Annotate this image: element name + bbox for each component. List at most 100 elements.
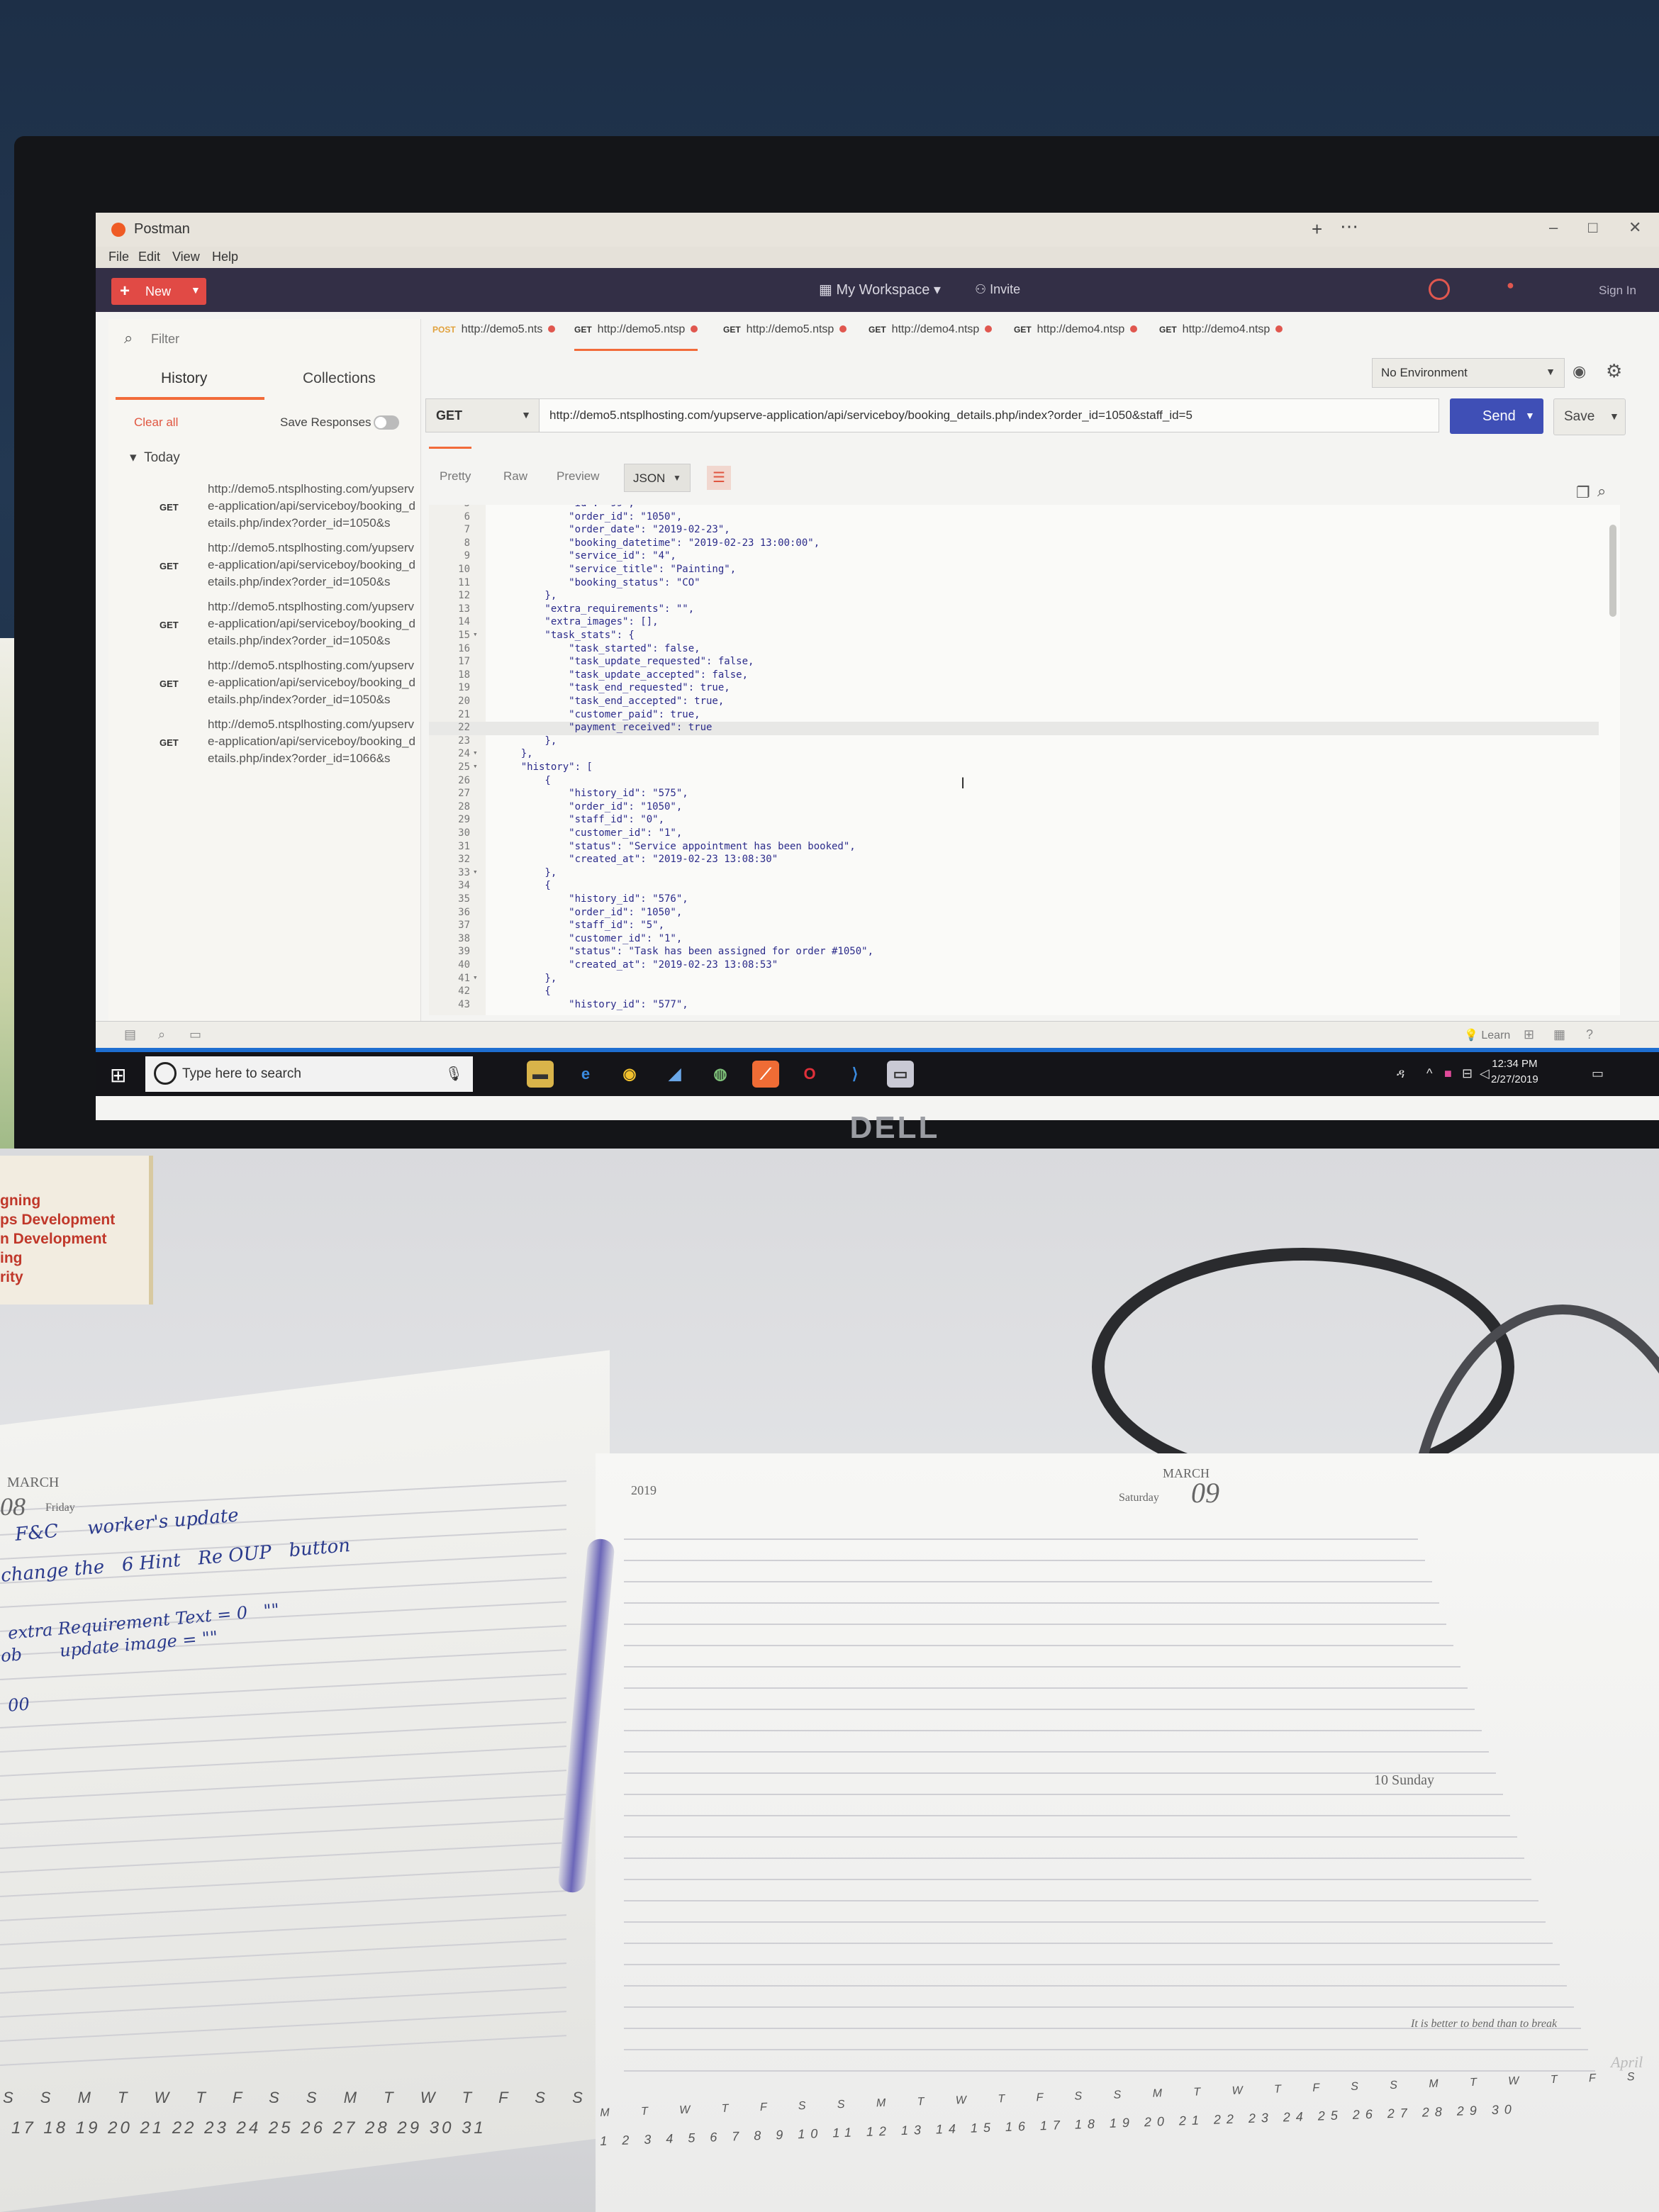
- gear-icon[interactable]: ⚙: [1606, 360, 1622, 382]
- store-icon[interactable]: ◢: [661, 1061, 688, 1088]
- android-studio-icon[interactable]: ◍: [707, 1061, 734, 1088]
- menu-view[interactable]: View: [172, 250, 200, 264]
- fold-arrow-icon[interactable]: ▾: [473, 748, 478, 757]
- scrollbar[interactable]: [1609, 525, 1616, 617]
- two-pane-icon[interactable]: ⊞: [1524, 1027, 1534, 1042]
- microphone-icon[interactable]: 🎙: [445, 1065, 463, 1083]
- request-tab[interactable]: GET http://demo4.ntsp: [1014, 323, 1138, 349]
- menu-file[interactable]: File: [108, 250, 129, 264]
- menu-help[interactable]: Help: [212, 250, 238, 264]
- request-tab-method: GET: [723, 325, 741, 335]
- workspace-selector[interactable]: ▦ My Workspace ▾: [819, 281, 941, 298]
- network-icon[interactable]: ⊟: [1462, 1066, 1473, 1081]
- fold-arrow-icon[interactable]: ▾: [473, 973, 478, 982]
- response-body[interactable]: 5 "id": "99",6 "order_id": "1050",7 "ord…: [429, 505, 1620, 1015]
- vscode-icon[interactable]: ⟩: [842, 1061, 868, 1088]
- chevron-down-icon[interactable]: ▼: [191, 284, 201, 296]
- console-icon[interactable]: ▭: [189, 1027, 201, 1042]
- wrap-lines-icon[interactable]: ☰: [707, 466, 731, 490]
- code-text: },: [497, 748, 533, 760]
- code-text: "id": "99",: [497, 505, 635, 509]
- fold-arrow-icon[interactable]: ▾: [473, 630, 478, 639]
- notification-icon[interactable]: ●: [1507, 278, 1514, 293]
- filter-input[interactable]: ⌕ Filter: [116, 326, 413, 352]
- search-icon[interactable]: ⌕: [1597, 482, 1606, 501]
- request-tab-method: GET: [574, 325, 592, 335]
- history-item-method: GET: [160, 561, 179, 571]
- tab-preview[interactable]: Preview: [557, 469, 599, 484]
- format-select[interactable]: JSON ▼: [624, 464, 691, 492]
- postman-taskbar-icon[interactable]: ⟋: [752, 1061, 779, 1088]
- code-text: "extra_requirements": "",: [497, 603, 695, 615]
- sync-icon[interactable]: [1429, 279, 1450, 300]
- url-input[interactable]: http://demo5.ntsplhosting.com/yupserve-a…: [539, 398, 1439, 432]
- code-line: 19 "task_end_requested": true,: [429, 682, 1599, 696]
- line-number: 15: [458, 630, 470, 641]
- method-select[interactable]: GET ▼: [425, 398, 540, 432]
- new-button[interactable]: + New ▼: [111, 278, 206, 305]
- save-button[interactable]: Save ▼: [1553, 398, 1626, 435]
- edge-icon[interactable]: e: [572, 1061, 599, 1088]
- maximize-icon[interactable]: □: [1588, 218, 1597, 237]
- help-icon[interactable]: ?: [1586, 1027, 1593, 1042]
- tray-chevron-icon[interactable]: ^: [1426, 1066, 1432, 1081]
- file-explorer-icon[interactable]: ▬: [527, 1061, 554, 1088]
- menu-edit[interactable]: Edit: [138, 250, 160, 264]
- tab-pretty[interactable]: Pretty: [440, 469, 471, 484]
- more-tabs-icon[interactable]: ⋯: [1340, 216, 1358, 238]
- clear-all-link[interactable]: Clear all: [134, 415, 178, 430]
- find-icon[interactable]: ⌕: [158, 1027, 165, 1042]
- request-tab[interactable]: POST http://demo5.nts: [432, 323, 556, 349]
- request-tab[interactable]: GET http://demo4.ntsp: [868, 323, 993, 349]
- taskbar-clock[interactable]: 12:34 PM 2/27/2019: [1491, 1056, 1538, 1088]
- history-item[interactable]: GET http://demo5.ntsplhosting.com/yupserv…: [130, 657, 420, 714]
- action-center-icon[interactable]: ▭: [1592, 1066, 1604, 1081]
- invite-button[interactable]: ⚇ Invite: [975, 282, 1020, 297]
- code-text: "task_end_accepted": true,: [497, 696, 725, 707]
- minimize-icon[interactable]: –: [1549, 218, 1558, 237]
- history-item[interactable]: GET http://demo5.ntsplhosting.com/yupserv…: [130, 598, 420, 655]
- save-responses-toggle[interactable]: [374, 415, 399, 430]
- history-item[interactable]: GET http://demo5.ntsplhosting.com/yupserv…: [130, 540, 420, 596]
- chevron-down-icon: ▼: [673, 473, 681, 483]
- chevron-down-icon[interactable]: ▼: [1609, 410, 1619, 422]
- bootcamp-icon[interactable]: ▦: [1553, 1027, 1565, 1042]
- ruled-line: [624, 1666, 1460, 1668]
- request-tab[interactable]: GET http://demo4.ntsp: [1159, 323, 1283, 349]
- chrome-icon[interactable]: ◉: [616, 1061, 643, 1088]
- history-group-today[interactable]: ▾ Today: [130, 449, 180, 466]
- windows-start-icon[interactable]: ⊞: [110, 1063, 126, 1087]
- fold-arrow-icon[interactable]: ▾: [473, 867, 478, 876]
- tab-raw[interactable]: Raw: [503, 469, 527, 484]
- history-item[interactable]: GET http://demo5.ntsplhosting.com/yupserv…: [130, 716, 420, 773]
- taskbar-search-input[interactable]: Type here to search 🎙: [145, 1056, 473, 1092]
- new-tab-icon[interactable]: +: [1312, 218, 1322, 240]
- sign-in-button[interactable]: Sign In: [1599, 284, 1636, 298]
- ruled-line: [624, 1772, 1496, 1774]
- app-icon[interactable]: ▭: [887, 1061, 914, 1088]
- fold-arrow-icon[interactable]: ▾: [473, 761, 478, 771]
- history-item[interactable]: GET http://demo5.ntsplhosting.com/yupserv…: [130, 481, 420, 537]
- environment-select[interactable]: No Environment ▼: [1372, 358, 1565, 388]
- ruled-line: [624, 1836, 1517, 1838]
- people-icon[interactable]: ዳ: [1397, 1066, 1404, 1081]
- tray-app-icon[interactable]: ■: [1444, 1066, 1452, 1081]
- line-number: 30: [458, 827, 470, 839]
- sidebar-toggle-icon[interactable]: ▤: [124, 1027, 136, 1042]
- opera-icon[interactable]: O: [796, 1061, 823, 1088]
- learn-link[interactable]: 💡 Learn: [1464, 1028, 1510, 1042]
- tab-history[interactable]: History: [161, 370, 207, 387]
- tab-collections[interactable]: Collections: [303, 370, 376, 387]
- request-tab[interactable]: GET http://demo5.ntsp: [574, 323, 698, 351]
- request-tab[interactable]: GET http://demo5.ntsp: [723, 323, 847, 349]
- send-button[interactable]: Send ▼: [1450, 398, 1543, 434]
- chevron-down-icon[interactable]: ▼: [1525, 410, 1535, 421]
- windows-taskbar: ⊞ Type here to search 🎙 ▬ e ◉ ◢ ◍ ⟋ O ⟩ …: [96, 1052, 1659, 1096]
- eye-icon[interactable]: ◉: [1573, 362, 1586, 381]
- copy-icon[interactable]: ❐: [1576, 484, 1590, 502]
- unsaved-dot-icon: [839, 325, 847, 333]
- volume-icon[interactable]: ◁: [1480, 1066, 1490, 1081]
- close-icon[interactable]: ✕: [1629, 218, 1641, 237]
- line-number: 41: [458, 972, 470, 984]
- history-item-url: http://demo5.ntsplhosting.com/yupserve-a…: [208, 541, 415, 588]
